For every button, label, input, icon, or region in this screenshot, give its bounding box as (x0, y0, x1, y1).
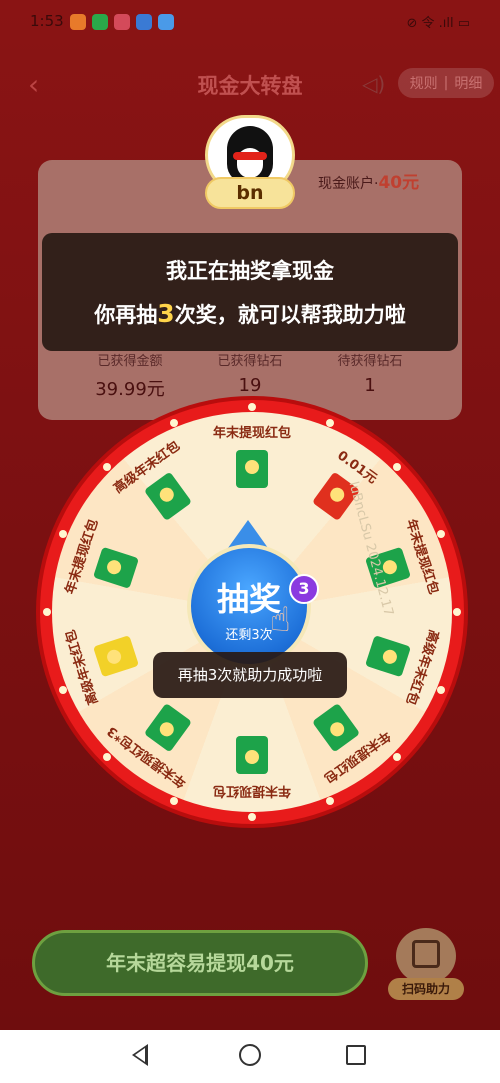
rim-light (453, 608, 461, 616)
account-label: 现金账户· (318, 176, 379, 192)
red-envelope-icon (236, 450, 268, 488)
nav-recents-icon[interactable] (346, 1045, 366, 1065)
stat-label: 已获得金额 (97, 354, 163, 369)
speaker-icon[interactable]: ◁) (362, 72, 385, 96)
scan-help-button[interactable]: 扫码助力 (388, 928, 464, 1000)
qq-penguin-icon (227, 126, 273, 184)
rim-light (392, 752, 401, 761)
bubble-count: 3 (157, 299, 175, 328)
notification-icons (70, 14, 174, 30)
header-actions: 规则 | 明细 (398, 68, 494, 98)
system-nav-bar (0, 1030, 500, 1083)
rim-light (437, 529, 446, 538)
stat-label: 已获得钻石 (217, 354, 283, 369)
account-amount: 40元 (378, 173, 420, 193)
rim-light (248, 403, 256, 411)
stat-value: 1 (364, 375, 376, 396)
rim-light (58, 529, 67, 538)
stat-value: 19 (238, 375, 262, 396)
rim-light (43, 608, 51, 616)
status-bar: 1:53 ⊘ 令 .ıll ▭ (0, 0, 500, 44)
rim-light (169, 418, 178, 427)
stat-pending-diamonds: 待获得钻石 1 (320, 350, 420, 401)
cloud-icon (158, 14, 174, 30)
header: ‹ 现金大转盘 ◁) 规则 | 明细 (0, 60, 500, 110)
cashout-button[interactable]: 年末超容易提现40元 (32, 930, 368, 996)
app-notification-icon (70, 14, 86, 30)
rim-light (103, 463, 112, 472)
rules-link[interactable]: 规则 (410, 73, 438, 93)
nav-back-icon[interactable] (132, 1044, 148, 1066)
stat-label: 待获得钻石 (337, 354, 403, 369)
stats-row: 已获得金额 39.99元 已获得钻石 19 待获得钻石 1 (80, 350, 420, 401)
pointing-hand-icon: ☝ (270, 600, 291, 640)
app-notification-icon (114, 14, 130, 30)
cash-account[interactable]: 现金账户·40元 (318, 168, 419, 193)
rim-light (392, 463, 401, 472)
stat-amount: 已获得金额 39.99元 (80, 350, 180, 401)
bubble-text: ，就可以帮我助力啦 (216, 303, 406, 327)
bubble-line1: 我正在抽奖拿现金 (166, 259, 334, 283)
rim-light (103, 752, 112, 761)
rim-light (169, 797, 178, 806)
status-time: 1:53 (30, 12, 64, 30)
toast-message: 再抽3次就助力成功啦 (153, 652, 347, 698)
user-name: bn (205, 177, 295, 209)
details-link[interactable]: 明细 (454, 73, 482, 93)
qr-code-icon (412, 940, 440, 968)
bubble-line2: 你再抽3次奖，就可以帮我助力啦 (42, 299, 458, 329)
scan-help-label: 扫码助力 (388, 978, 464, 1000)
bubble-text: 次奖 (174, 303, 217, 327)
status-signal: ⊘ 令 .ıll ▭ (406, 16, 470, 31)
segment-label: 年末提现红包 (213, 783, 292, 798)
divider: | (443, 75, 449, 91)
shield-icon (136, 14, 152, 30)
stat-diamonds: 已获得钻石 19 (200, 350, 300, 401)
nav-home-icon[interactable] (239, 1044, 261, 1066)
wechat-icon (92, 14, 108, 30)
segment-label: 年末提现红包 (212, 426, 291, 441)
red-envelope-icon (236, 736, 268, 774)
rim-light (248, 813, 256, 821)
bubble-text: 你再抽 (94, 303, 158, 327)
stat-value: 39.99元 (95, 379, 165, 400)
lottery-page: 1:53 ⊘ 令 .ıll ▭ ‹ 现金大转盘 ◁) 规则 | 明细 现金账户·… (0, 0, 500, 1030)
invite-bubble: 我正在抽奖拿现金 你再抽3次奖，就可以帮我助力啦 (42, 233, 458, 351)
